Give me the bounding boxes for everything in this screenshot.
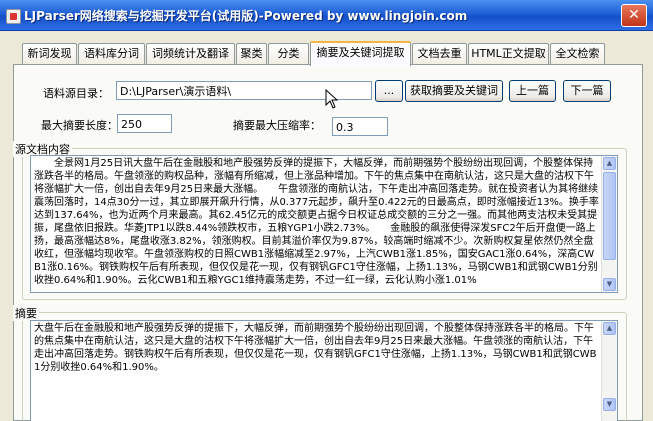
prev-button[interactable]: 上一篇	[509, 80, 556, 102]
source-scrollbar[interactable]: ▲ ▼	[601, 156, 617, 292]
summary-text: 大盘午后在金融股和地产股强势反弹的提振下，大幅反弹，而前期强势个股纷纷出现回调，…	[34, 323, 597, 373]
close-button[interactable]: ✕	[621, 4, 647, 27]
source-dir-label: 语料源目录：	[43, 87, 109, 100]
summary-scrollbar[interactable]: ▲ ▼	[601, 321, 617, 421]
tab-word-frequency[interactable]: 词频统计及翻译	[146, 43, 235, 64]
source-content-textarea[interactable]: 全景网1月25日讯大盘午后在金融股和地产股强势反弹的提振下，大幅反弹，而前期强势…	[30, 155, 618, 293]
tab-clustering[interactable]: 聚类	[236, 43, 267, 64]
max-length-label: 最大摘要长度：	[41, 119, 118, 132]
scroll-thumb[interactable]	[603, 172, 616, 260]
tab-dedup[interactable]: 文档去重	[412, 43, 467, 64]
mouse-cursor-icon	[325, 89, 339, 109]
scroll-up-icon[interactable]: ▲	[603, 157, 616, 170]
max-ratio-input[interactable]: 0.3	[332, 117, 388, 136]
tab-fulltext-search[interactable]: 全文检索	[550, 43, 605, 64]
title-bar[interactable]: LJParser网络搜索与挖掘开发平台(试用版)-Powered by www.…	[0, 0, 653, 31]
scroll-up-icon[interactable]: ▲	[603, 322, 616, 335]
tab-new-words[interactable]: 新词发现	[22, 43, 77, 64]
browse-button[interactable]: ...	[375, 80, 403, 102]
tab-html-extract[interactable]: HTML正文提取	[468, 43, 549, 64]
summary-label: 摘要	[13, 305, 39, 321]
max-length-input[interactable]: 250	[117, 114, 172, 133]
source-content-text: 全景网1月25日讯大盘午后在金融股和地产股强势反弹的提振下，大幅反弹，而前期强势…	[34, 158, 599, 286]
tab-classification[interactable]: 分类	[268, 43, 309, 64]
extract-button[interactable]: 获取摘要及关键词	[405, 80, 503, 102]
summary-textarea[interactable]: 大盘午后在金融股和地产股强势反弹的提振下，大幅反弹，而前期强势个股纷纷出现回调，…	[30, 320, 618, 421]
scroll-down-icon[interactable]: ▼	[603, 278, 616, 291]
tab-corpus-segmentation[interactable]: 语料库分词	[78, 43, 145, 64]
app-icon	[6, 9, 21, 24]
tab-summary-keywords[interactable]: 摘要及关键词提取	[310, 41, 411, 66]
scroll-down-icon[interactable]: ▼	[603, 398, 616, 411]
window-title: LJParser网络搜索与挖掘开发平台(试用版)-Powered by www.…	[24, 9, 468, 23]
max-ratio-label: 摘要最大压缩率：	[233, 119, 321, 132]
next-button[interactable]: 下一篇	[563, 80, 611, 102]
